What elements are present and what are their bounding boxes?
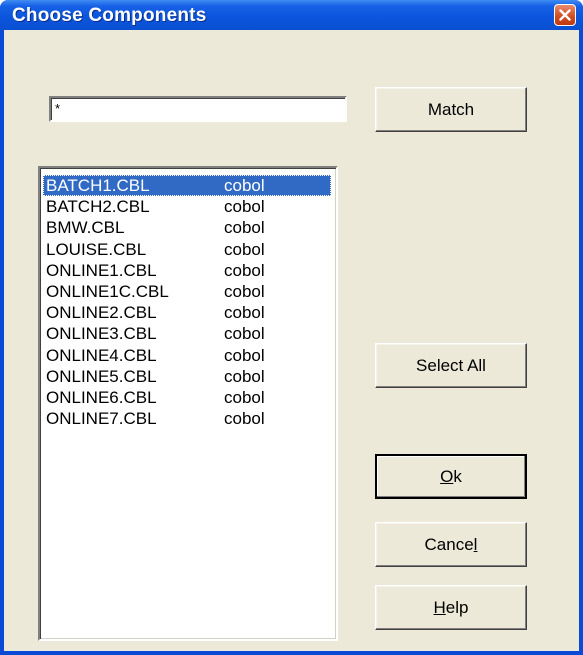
components-list: BATCH1.CBL cobol BATCH2.CBL cobol BMW.CBL cob… [40, 175, 336, 429]
match-button[interactable]: Match [375, 87, 527, 132]
list-item[interactable]: LOUISE.CBL cobol [43, 239, 331, 260]
component-type: cobol [224, 409, 265, 429]
component-type: cobol [224, 345, 265, 365]
component-type: cobol [224, 239, 265, 259]
component-type: cobol [224, 303, 265, 323]
list-item[interactable]: ONLINE3.CBL cobol [43, 323, 331, 344]
help-button[interactable]: Help [375, 585, 527, 630]
close-button[interactable] [554, 4, 576, 26]
component-name: ONLINE1.CBL [46, 260, 157, 280]
cancel-button[interactable]: Cance l [375, 522, 527, 567]
close-icon [559, 9, 571, 21]
list-item[interactable]: ONLINE6.CBL cobol [43, 387, 331, 408]
component-name: ONLINE6.CBL [46, 387, 157, 407]
list-item[interactable]: BMW.CBL cobol [43, 217, 331, 238]
list-item[interactable]: ONLINE1C.CBL cobol [43, 281, 331, 302]
component-type: cobol [224, 176, 265, 195]
cancel-label-prefix: Cance [424, 534, 474, 554]
component-name: ONLINE5.CBL [46, 366, 157, 386]
component-name: ONLINE4.CBL [46, 345, 157, 365]
cancel-mnemonic: l [473, 534, 478, 554]
component-name: BMW.CBL [46, 218, 125, 238]
component-name: ONLINE1C.CBL [46, 281, 169, 301]
filter-input[interactable]: * [49, 96, 347, 122]
component-type: cobol [224, 387, 265, 407]
window-title: Choose Components [12, 5, 207, 26]
component-type: cobol [224, 324, 265, 344]
list-item[interactable]: ONLINE7.CBL cobol [43, 408, 331, 429]
ok-label-rest: k [453, 466, 462, 486]
component-type: cobol [224, 218, 265, 238]
component-type: cobol [224, 260, 265, 280]
component-name: ONLINE3.CBL [46, 324, 157, 344]
list-item[interactable]: ONLINE4.CBL cobol [43, 345, 331, 366]
select-all-button[interactable]: Select All [375, 343, 527, 388]
component-name: LOUISE.CBL [46, 239, 147, 259]
component-type: cobol [224, 281, 265, 301]
help-mnemonic: H [433, 597, 446, 617]
list-item[interactable]: ONLINE1.CBL cobol [43, 260, 331, 281]
list-item[interactable]: ONLINE2.CBL cobol [43, 302, 331, 323]
component-type: cobol [224, 366, 265, 386]
component-name: ONLINE7.CBL [46, 409, 157, 429]
dialog-window: Choose Components * Match BATCH1.CBL cobo… [0, 0, 583, 655]
ok-mnemonic: O [440, 466, 454, 486]
components-listbox[interactable]: BATCH1.CBL cobol BATCH2.CBL cobol BMW.CBL cob… [38, 166, 338, 641]
component-name: BATCH1.CBL [46, 176, 150, 195]
component-name: ONLINE2.CBL [46, 303, 157, 323]
title-bar[interactable]: Choose Components [0, 0, 583, 30]
component-name: BATCH2.CBL [46, 197, 150, 217]
dialog-body: * Match BATCH1.CBL cobol BATCH2.CBL cobol BM… [4, 30, 579, 651]
list-item[interactable]: BATCH2.CBL cobol [43, 196, 331, 217]
help-label-rest: elp [445, 597, 469, 617]
list-item[interactable]: BATCH1.CBL cobol [43, 175, 331, 197]
ok-button[interactable]: Ok [375, 454, 527, 499]
list-item[interactable]: ONLINE5.CBL cobol [43, 366, 331, 387]
component-type: cobol [224, 197, 265, 217]
